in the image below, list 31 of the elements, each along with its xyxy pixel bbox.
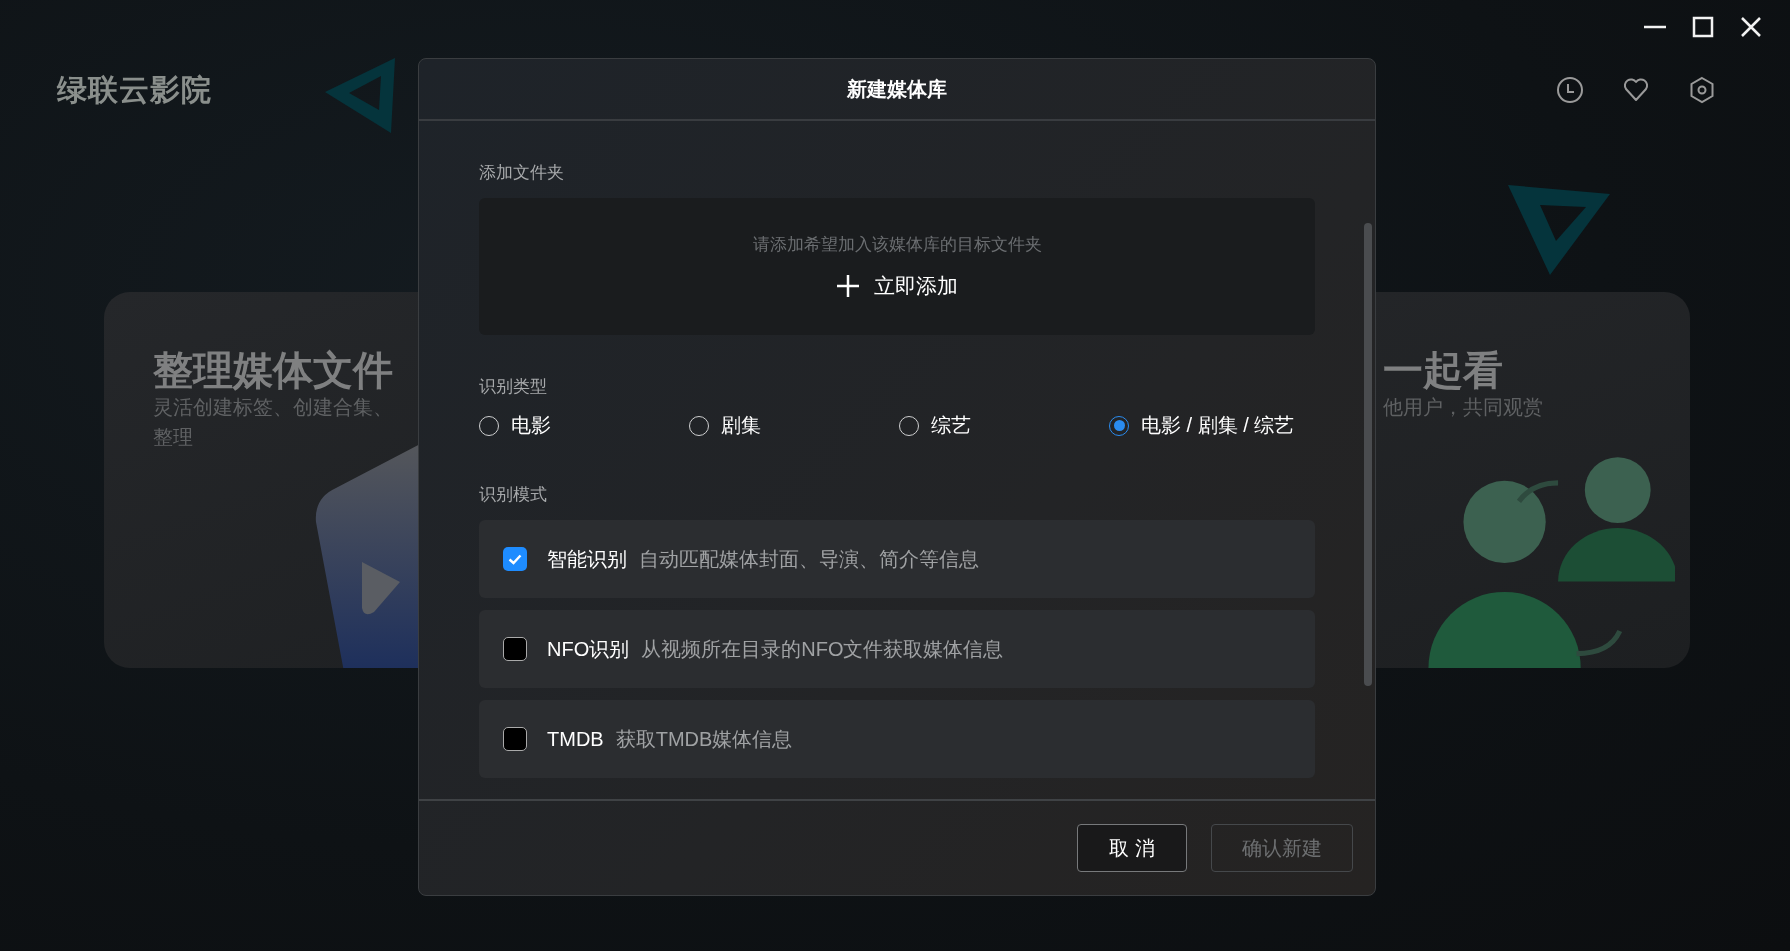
mode-description: 从视频所在目录的NFO文件获取媒体信息 (641, 636, 1004, 662)
drop-hint: 请添加希望加入该媒体库的目标文件夹 (752, 234, 1042, 256)
card-subtitle: 整理 (153, 425, 193, 450)
heart-icon[interactable] (1622, 76, 1650, 104)
card-title: 一起看 (1383, 348, 1503, 392)
add-folder-button[interactable]: 立即添加 (836, 272, 958, 300)
type-radio-option[interactable]: 电影 / 剧集 / 综艺 (1109, 412, 1315, 439)
type-radio-option[interactable]: 剧集 (689, 412, 899, 439)
checkbox[interactable] (503, 637, 527, 661)
type-radio-option[interactable]: 电影 (479, 412, 689, 439)
section-label: 添加文件夹 (479, 162, 565, 184)
card-subtitle: 他用户，共同观赏 (1383, 395, 1543, 420)
maximize-icon[interactable] (1690, 14, 1716, 40)
mode-title: TMDB (547, 727, 604, 751)
mode-title: 智能识别 (547, 546, 627, 572)
clock-icon[interactable] (1556, 76, 1584, 104)
dialog-title: 新建媒体库 (419, 59, 1375, 121)
section-label: 识别模式 (479, 484, 548, 506)
app-logo: 绿联云影院 (57, 71, 212, 108)
type-radio-option[interactable]: 综艺 (899, 412, 1109, 439)
mode-title: NFO识别 (547, 636, 630, 662)
checkbox[interactable] (503, 727, 527, 751)
plus-icon (836, 274, 860, 298)
checkbox[interactable] (503, 547, 527, 571)
card-title: 整理媒体文件 (153, 348, 393, 392)
mode-description: 获取TMDB媒体信息 (615, 726, 793, 752)
mode-description: 自动匹配媒体封面、导演、简介等信息 (639, 546, 979, 572)
settings-icon[interactable] (1688, 76, 1716, 104)
section-label: 识别类型 (479, 376, 548, 398)
cancel-button[interactable]: 取 消 (1077, 824, 1187, 872)
card-subtitle: 灵活创建标签、创建合集、 (153, 395, 393, 420)
